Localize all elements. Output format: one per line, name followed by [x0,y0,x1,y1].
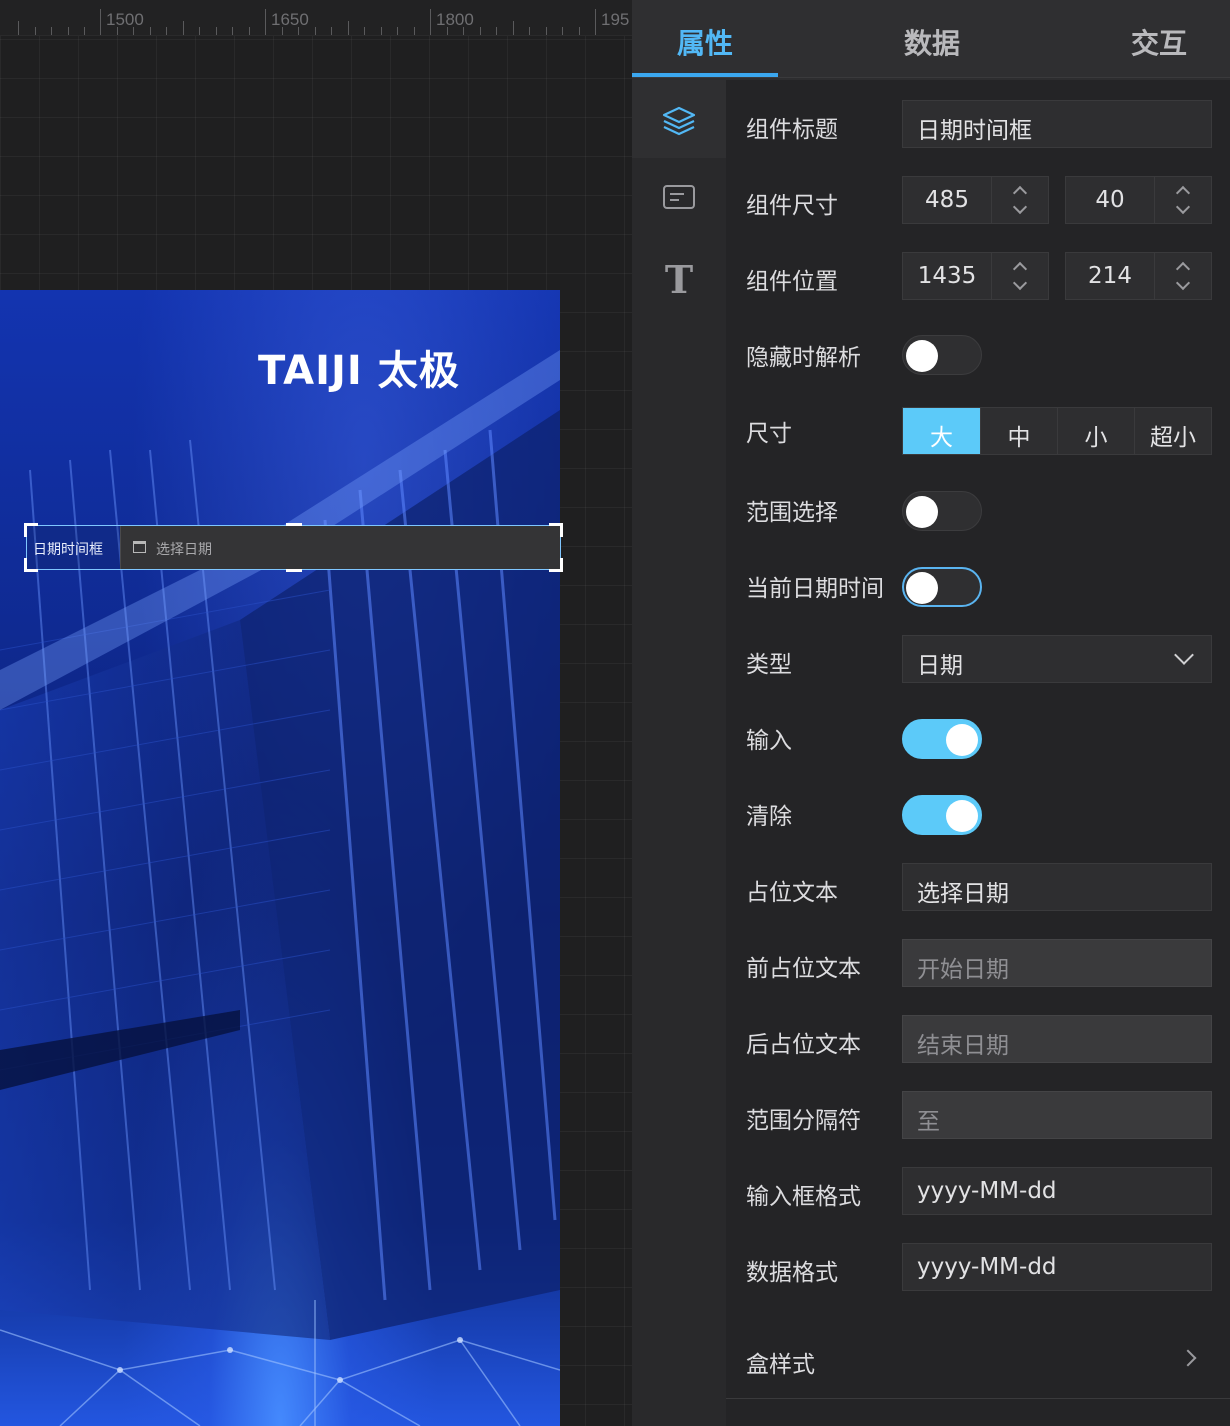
resize-handle-bottom-right[interactable] [549,558,563,572]
ruler-label: 195 [601,10,630,29]
hide-parse-toggle[interactable] [902,335,982,375]
increment-icon[interactable] [1012,261,1028,277]
end-placeholder-label: 后占位文本 [746,1032,861,1058]
panel-tabs: 属性 数据 交互 [632,0,1230,78]
section-text[interactable]: T [632,236,726,314]
height-value: 40 [1095,187,1125,213]
increment-icon[interactable] [1012,185,1028,201]
selected-datetime-widget[interactable]: 日期时间框 选择日期 [24,523,563,572]
data-format-label: 数据格式 [746,1260,838,1286]
resize-handle-bottom-left[interactable] [24,558,38,572]
chevron-down-icon [1174,645,1194,665]
clear-toggle[interactable] [902,795,982,835]
divider [726,1398,1230,1399]
decrement-icon[interactable] [1012,275,1028,291]
increment-icon[interactable] [1175,185,1191,201]
resize-handle-bottom[interactable] [286,569,302,572]
tab-properties[interactable]: 属性 [677,22,733,62]
end-placeholder-input[interactable]: 结束日期 [902,1015,1212,1063]
data-format-input[interactable]: yyyy-MM-dd [902,1243,1212,1291]
layers-icon [662,106,696,136]
range-separator-input[interactable]: 至 [902,1091,1212,1139]
y-stepper[interactable]: 214 [1065,252,1212,300]
resize-handle-top[interactable] [286,523,302,526]
tab-interaction[interactable]: 交互 [1131,22,1187,62]
widget-date-input[interactable]: 选择日期 [120,526,560,569]
range-select-label: 范围选择 [746,500,838,526]
current-datetime-toggle[interactable] [902,567,982,607]
section-card[interactable] [632,158,726,236]
decrement-icon[interactable] [1175,199,1191,215]
placeholder-label: 占位文本 [746,880,838,906]
start-placeholder-input[interactable]: 开始日期 [902,939,1212,987]
y-value: 214 [1088,263,1132,289]
building-illustration [0,350,560,1426]
ruler-label: 1500 [106,10,144,29]
dimension-option-xsmall[interactable]: 超小 [1135,408,1211,454]
section-layers[interactable] [632,80,726,158]
decrement-icon[interactable] [1175,275,1191,291]
type-select[interactable]: 日期 [902,635,1212,683]
input-format-input[interactable]: yyyy-MM-dd [902,1167,1212,1215]
dimension-label: 尺寸 [746,421,792,447]
dimension-option-small[interactable]: 小 [1058,408,1135,454]
property-panel: 属性 数据 交互 T 组件标题 日期时间框 组件尺寸 485 40 组件位置 1… [632,0,1230,1426]
card-icon [663,185,695,209]
text-icon: T [665,257,693,302]
input-format-label: 输入框格式 [746,1184,861,1210]
placeholder-input[interactable]: 选择日期 [902,863,1212,911]
x-stepper[interactable]: 1435 [902,252,1049,300]
resize-handle-top-right[interactable] [549,523,563,537]
type-label: 类型 [746,652,792,678]
horizontal-ruler: 1500 1650 1800 195 [0,0,632,36]
input-label: 输入 [746,728,792,754]
ruler-label: 1650 [271,10,309,29]
input-toggle[interactable] [902,719,982,759]
width-stepper[interactable]: 485 [902,176,1049,224]
size-label: 组件尺寸 [746,193,838,219]
width-value: 485 [925,187,969,213]
section-icon-bar: T [632,80,726,1426]
chevron-right-icon[interactable] [1179,1349,1197,1367]
brand-logo: TAIJI 太极 [258,348,460,394]
x-value: 1435 [917,263,977,289]
title-input[interactable]: 日期时间框 [902,100,1212,148]
clear-label: 清除 [746,804,792,830]
background-image-building[interactable] [0,290,560,1426]
height-stepper[interactable]: 40 [1065,176,1212,224]
active-tab-indicator [632,73,778,77]
hide-parse-label: 隐藏时解析 [746,345,861,371]
decrement-icon[interactable] [1012,199,1028,215]
increment-icon[interactable] [1175,261,1191,277]
widget-label: 日期时间框 [33,542,103,558]
tab-data[interactable]: 数据 [904,22,960,62]
dimension-option-medium[interactable]: 中 [981,408,1058,454]
range-select-toggle[interactable] [902,491,982,531]
box-style-section[interactable]: 盒样式 [746,1345,815,1379]
type-value: 日期 [917,653,963,679]
start-placeholder-label: 前占位文本 [746,956,861,982]
current-datetime-label: 当前日期时间 [746,576,884,602]
range-separator-label: 范围分隔符 [746,1108,861,1134]
position-label: 组件位置 [746,269,838,295]
resize-handle-top-left[interactable] [24,523,38,537]
svg-text:T: T [665,257,693,302]
widget-placeholder: 选择日期 [156,542,212,558]
property-form: 组件标题 日期时间框 组件尺寸 485 40 组件位置 1435 214 隐藏时… [726,80,1230,1426]
calendar-icon [133,541,146,553]
dimension-option-large[interactable]: 大 [903,408,981,454]
title-label: 组件标题 [746,117,838,143]
dimension-segmented: 大 中 小 超小 [902,407,1212,455]
design-canvas[interactable]: 1500 1650 1800 195 TAIJI 太极 日期时间框 选择日期 [0,0,632,1426]
ruler-label: 1800 [436,10,474,29]
